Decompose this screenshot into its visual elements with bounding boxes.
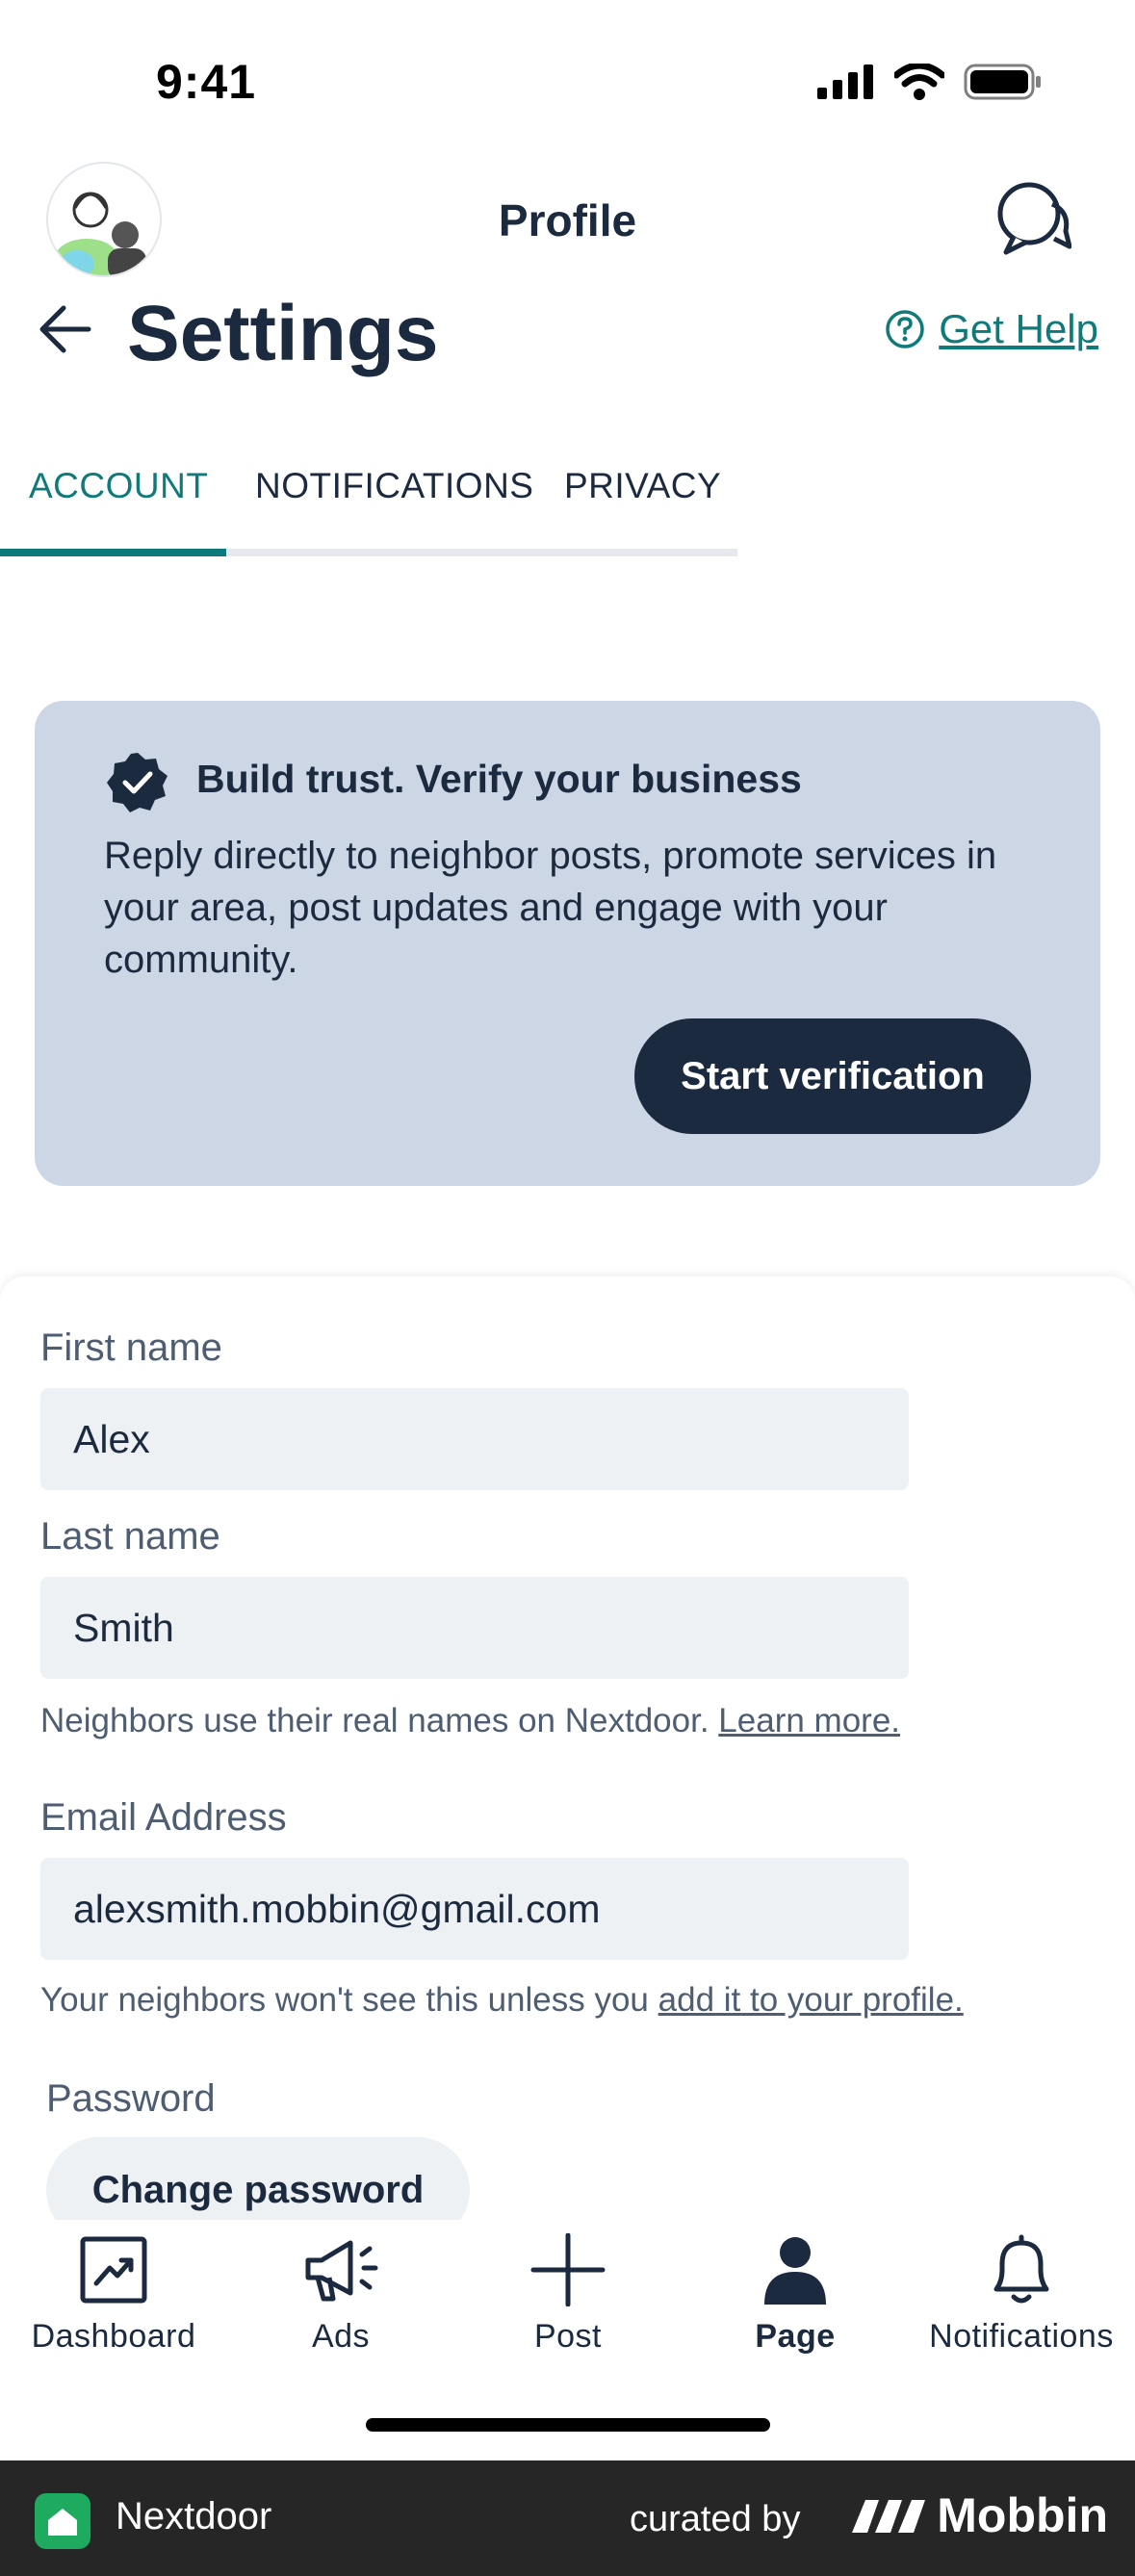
nav-post[interactable]: Post [454, 2233, 682, 2356]
account-form: First name Alex Last name Smith Neighbor… [0, 1276, 1135, 2243]
add-to-profile-link[interactable]: add it to your profile. [658, 1981, 964, 2019]
mobbin-brand: Mobbin [850, 2487, 1108, 2543]
names-help: Neighbors use their real names on Nextdo… [40, 1702, 900, 1740]
verify-business-card: Build trust. Verify your business Reply … [35, 701, 1100, 1186]
nav-ads[interactable]: Ads [227, 2233, 454, 2356]
verify-title: Build trust. Verify your business [196, 757, 802, 801]
help-circle-icon [886, 310, 924, 348]
nav-page-label: Page [755, 2318, 836, 2355]
email-label: Email Address [40, 1796, 287, 1839]
header-title: Profile [498, 195, 637, 245]
battery-icon [964, 64, 1041, 100]
nextdoor-logo-icon [35, 2493, 90, 2549]
chat-icon[interactable] [993, 179, 1071, 258]
footer-app-name: Nextdoor [116, 2495, 272, 2537]
tab-notifications[interactable]: NOTIFICATIONS [255, 466, 533, 506]
nav-dashboard-label: Dashboard [31, 2318, 196, 2355]
email-help-text: Your neighbors won't see this unless you [40, 1981, 649, 2019]
password-label: Password [46, 2077, 216, 2120]
names-help-text: Neighbors use their real names on Nextdo… [40, 1702, 709, 1739]
nav-page[interactable]: Page [682, 2233, 909, 2356]
status-time: 9:41 [156, 55, 257, 109]
verify-body: Reply directly to neighbor posts, promot… [104, 835, 997, 981]
get-help-link[interactable]: Get Help [885, 306, 1098, 352]
signal-icon [817, 64, 873, 99]
page-title: Settings [127, 290, 439, 377]
footer-bar: Nextdoor curated by Mobbin [0, 2460, 1135, 2576]
learn-more-link[interactable]: Learn more. [718, 1702, 900, 1739]
settings-row: Settings Get Help [0, 279, 1135, 385]
nav-dashboard[interactable]: Dashboard [0, 2233, 227, 2356]
mobbin-logo-icon [852, 2500, 926, 2533]
last-name-label: Last name [40, 1515, 220, 1558]
wifi-icon [894, 64, 944, 100]
start-verification-button[interactable]: Start verification [634, 1018, 1031, 1134]
nav-post-label: Post [533, 2318, 603, 2355]
first-name-input[interactable]: Alex [40, 1388, 909, 1490]
tabs-active-indicator [0, 549, 226, 556]
bell-icon [993, 2234, 1049, 2304]
person-icon [764, 2237, 826, 2305]
verified-badge-icon [107, 753, 168, 812]
footer-curated-by: curated by [630, 2499, 801, 2539]
profile-header: Profile [0, 154, 1135, 289]
settings-tabs: ACCOUNT NOTIFICATIONS PRIVACY [0, 452, 737, 556]
status-icons [817, 64, 1043, 100]
nav-ads-label: Ads [311, 2318, 371, 2355]
email-input[interactable]: alexsmith.mobbin@gmail.com [40, 1858, 909, 1960]
plus-icon [530, 2233, 606, 2306]
home-indicator [366, 2418, 770, 2432]
get-help-label: Get Help [939, 306, 1098, 351]
status-bar: 9:41 [0, 0, 1135, 154]
nav-notifications[interactable]: Notifications [908, 2233, 1135, 2356]
last-name-input[interactable]: Smith [40, 1577, 909, 1679]
chart-icon [80, 2236, 147, 2304]
email-help: Your neighbors won't see this unless you… [40, 1981, 964, 2020]
tab-account[interactable]: ACCOUNT [29, 466, 208, 506]
nav-notifications-label: Notifications [929, 2318, 1114, 2355]
mobbin-brand-label: Mobbin [937, 2488, 1108, 2542]
megaphone-icon [305, 2240, 378, 2302]
first-name-label: First name [40, 1327, 222, 1369]
back-arrow-icon[interactable] [37, 300, 94, 358]
tab-privacy[interactable]: PRIVACY [564, 466, 721, 506]
